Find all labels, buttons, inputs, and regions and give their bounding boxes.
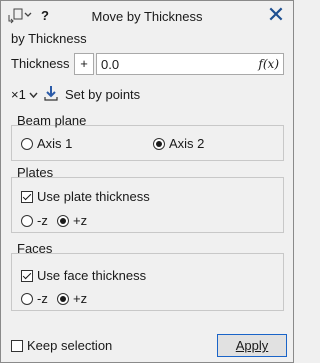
use-face-thickness-label[interactable]: Use face thickness — [37, 268, 146, 283]
function-button[interactable]: f(x) — [258, 57, 279, 71]
thickness-value: 0.0 — [101, 57, 120, 72]
axis1-radio[interactable] — [21, 138, 33, 150]
chevron-down-icon — [29, 92, 38, 99]
download-arrow-icon[interactable] — [44, 85, 58, 104]
plates-plus-z-label[interactable]: +z — [73, 213, 87, 228]
use-face-thickness-checkbox[interactable] — [21, 270, 33, 282]
use-plate-thickness-label[interactable]: Use plate thickness — [37, 189, 150, 204]
axis2-label[interactable]: Axis 2 — [169, 136, 204, 151]
thickness-input[interactable]: 0.0 f(x) — [96, 53, 284, 75]
beam-plane-title: Beam plane — [17, 113, 87, 128]
axis1-label[interactable]: Axis 1 — [37, 136, 72, 151]
sign-toggle-button[interactable]: + — [74, 53, 94, 75]
multiplier-label: ×1 — [11, 87, 26, 102]
axis2-radio[interactable] — [153, 138, 165, 150]
plates-minus-z-radio[interactable] — [21, 215, 33, 227]
window-title: Move by Thickness — [91, 9, 203, 24]
thickness-label: Thickness — [11, 56, 70, 71]
faces-minus-z-radio[interactable] — [21, 293, 33, 305]
faces-title: Faces — [17, 241, 53, 256]
close-icon[interactable]: ✕ — [265, 4, 287, 26]
use-plate-thickness-checkbox[interactable] — [21, 191, 33, 203]
faces-plus-z-radio[interactable] — [57, 293, 69, 305]
multiplier-dropdown[interactable]: ×1 — [11, 87, 38, 102]
plates-title: Plates — [17, 165, 54, 180]
keep-selection-label[interactable]: Keep selection — [27, 338, 112, 353]
plates-minus-z-label[interactable]: -z — [37, 213, 48, 228]
plates-group — [11, 177, 284, 233]
faces-minus-z-label[interactable]: -z — [37, 291, 48, 306]
dialog-window: ? Move by Thickness ✕ by Thickness Thick… — [0, 0, 294, 363]
set-by-points-button[interactable]: Set by points — [65, 87, 140, 102]
title-bar: ? Move by Thickness ✕ — [1, 1, 293, 31]
section-title: by Thickness — [11, 31, 87, 46]
apply-button[interactable]: Apply — [217, 334, 287, 357]
plates-plus-z-radio[interactable] — [57, 215, 69, 227]
faces-plus-z-label[interactable]: +z — [73, 291, 87, 306]
keep-selection-checkbox[interactable] — [11, 340, 23, 352]
